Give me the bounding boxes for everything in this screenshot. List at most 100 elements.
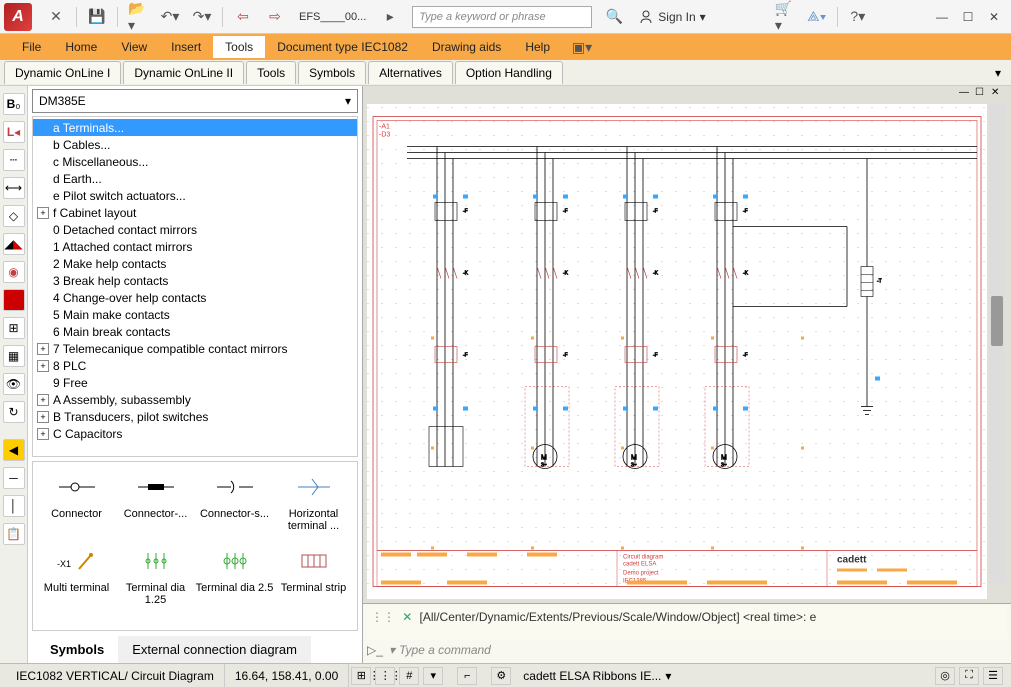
undo-icon[interactable]: ↶▾ bbox=[160, 7, 180, 27]
nav-back-icon[interactable]: ⇦ bbox=[233, 7, 253, 27]
symbol-multi-terminal[interactable]: -X1Multi terminal bbox=[37, 546, 116, 620]
ribbon-view[interactable]: View bbox=[109, 36, 159, 58]
ribbon-drawing-aids[interactable]: Drawing aids bbox=[420, 36, 513, 58]
ribbon-help[interactable]: Help bbox=[513, 36, 562, 58]
sb-point-icon[interactable]: ◇ bbox=[3, 205, 25, 227]
sb-refresh-icon[interactable]: ↻ bbox=[3, 401, 25, 423]
tree-item-8[interactable]: 2 Make help contacts bbox=[33, 255, 357, 272]
ribbon-expand-icon[interactable]: ▣▾ bbox=[572, 37, 592, 57]
tree-item-16[interactable]: +A Assembly, subassembly bbox=[33, 391, 357, 408]
redo-icon[interactable]: ↷▾ bbox=[192, 7, 212, 27]
drawing-canvas[interactable]: -A1 -D3 -F-K-F-F-K-FM3~-F-K-FM3~-F-K-FM3… bbox=[367, 104, 987, 599]
canvas-vscrollbar[interactable] bbox=[989, 104, 1005, 583]
symbol-terminal-dia-2-5[interactable]: Terminal dia 2.5 bbox=[195, 546, 274, 620]
status-angle-icon[interactable]: ⌐ bbox=[457, 667, 477, 685]
symbol-horizontal-terminal-[interactable]: Horizontal terminal ... bbox=[274, 472, 353, 546]
tab-tools[interactable]: Tools bbox=[246, 61, 296, 84]
sb-down-icon[interactable]: ─ bbox=[3, 467, 25, 489]
status-ribbon-label[interactable]: cadett ELSA Ribbons IE...▾ bbox=[513, 664, 681, 687]
tree-item-13[interactable]: +7 Telemecanique compatible contact mirr… bbox=[33, 340, 357, 357]
expand-icon[interactable]: + bbox=[37, 360, 49, 372]
tree-item-6[interactable]: 0 Detached contact mirrors bbox=[33, 221, 357, 238]
tree-item-5[interactable]: +f Cabinet layout bbox=[33, 204, 357, 221]
ribbon-insert[interactable]: Insert bbox=[159, 36, 213, 58]
expand-icon[interactable]: + bbox=[37, 343, 49, 355]
sb-hide-icon[interactable]: 👁 bbox=[3, 373, 25, 395]
help-icon[interactable]: ?▾ bbox=[848, 7, 868, 27]
symbol-connector-[interactable]: Connector-... bbox=[116, 472, 195, 546]
window-minimize[interactable]: — bbox=[933, 8, 951, 26]
symbol-terminal-strip[interactable]: Terminal strip bbox=[274, 546, 353, 620]
panel-tab-external[interactable]: External connection diagram bbox=[118, 636, 311, 663]
status-menu-icon[interactable]: ☰ bbox=[983, 667, 1003, 685]
command-input[interactable]: ▷_ ▾ Type a command bbox=[367, 639, 1007, 661]
sb-paint-icon[interactable]: ◢◣ bbox=[3, 233, 25, 255]
expand-icon[interactable]: + bbox=[37, 207, 49, 219]
scrollbar-thumb[interactable] bbox=[991, 296, 1003, 346]
open-icon[interactable]: 📂▾ bbox=[128, 7, 148, 27]
save-icon[interactable]: 💾 bbox=[87, 7, 107, 27]
sb-dim-icon[interactable]: ⟷ bbox=[3, 177, 25, 199]
binoculars-icon[interactable]: 🔍 bbox=[604, 7, 624, 27]
ribbon-home[interactable]: Home bbox=[53, 36, 109, 58]
sb-grid-icon[interactable]: ▦ bbox=[3, 345, 25, 367]
symbol-library-dropdown[interactable]: DM385E ▾ bbox=[32, 89, 358, 113]
symbol-connector-s-[interactable]: Connector-s... bbox=[195, 472, 274, 546]
status-gear-icon[interactable]: ⚙ bbox=[491, 667, 511, 685]
tree-item-9[interactable]: 3 Break help contacts bbox=[33, 272, 357, 289]
expand-icon[interactable]: + bbox=[37, 428, 49, 440]
window-maximize[interactable]: ☐ bbox=[959, 8, 977, 26]
cart-icon[interactable]: 🛒▾ bbox=[775, 7, 795, 27]
search-input[interactable]: Type a keyword or phrase bbox=[412, 6, 592, 28]
tab-option-handling[interactable]: Option Handling bbox=[455, 61, 563, 84]
tab-dynamic-online-1[interactable]: Dynamic OnLine I bbox=[4, 61, 121, 84]
status-globe-icon[interactable]: ◎ bbox=[935, 667, 955, 685]
tree-item-14[interactable]: +8 PLC bbox=[33, 357, 357, 374]
sb-dash-icon[interactable]: ┄ bbox=[3, 149, 25, 171]
panel-tab-symbols[interactable]: Symbols bbox=[36, 636, 118, 663]
tab-alternatives[interactable]: Alternatives bbox=[368, 61, 453, 84]
expand-icon[interactable]: + bbox=[37, 394, 49, 406]
symbol-terminal-dia-1-25[interactable]: Terminal dia 1.25 bbox=[116, 546, 195, 620]
tree-item-0[interactable]: a Terminals... bbox=[33, 119, 357, 136]
drawing-minimize[interactable]: — bbox=[959, 87, 971, 99]
sb-bold-icon[interactable]: B₀ bbox=[3, 93, 25, 115]
tree-item-1[interactable]: b Cables... bbox=[33, 136, 357, 153]
doc-dropdown-icon[interactable]: ▸ bbox=[380, 7, 400, 27]
tabstrip-expand-icon[interactable]: ▾ bbox=[989, 66, 1007, 80]
tree-item-7[interactable]: 1 Attached contact mirrors bbox=[33, 238, 357, 255]
tree-item-15[interactable]: 9 Free bbox=[33, 374, 357, 391]
ribbon-doctype[interactable]: Document type IEC1082 bbox=[265, 36, 420, 58]
drawing-close[interactable]: ✕ bbox=[991, 87, 1003, 99]
window-close[interactable]: ✕ bbox=[985, 8, 1003, 26]
share-icon[interactable]: ⟁▾ bbox=[807, 7, 827, 27]
ribbon-tools[interactable]: Tools bbox=[213, 36, 265, 58]
tree-item-10[interactable]: 4 Change-over help contacts bbox=[33, 289, 357, 306]
status-grid2-icon[interactable]: # bbox=[399, 667, 419, 685]
sb-fill-icon[interactable] bbox=[3, 289, 25, 311]
tree-item-3[interactable]: d Earth... bbox=[33, 170, 357, 187]
tab-symbols[interactable]: Symbols bbox=[298, 61, 366, 84]
status-fullscreen-icon[interactable]: ⛶ bbox=[959, 667, 979, 685]
tree-item-4[interactable]: e Pilot switch actuators... bbox=[33, 187, 357, 204]
signin-button[interactable]: Sign In ▾ bbox=[638, 9, 705, 25]
symbol-connector[interactable]: Connector bbox=[37, 472, 116, 546]
tree-item-17[interactable]: +B Transducers, pilot switches bbox=[33, 408, 357, 425]
tree-item-11[interactable]: 5 Main make contacts bbox=[33, 306, 357, 323]
sb-left-icon[interactable]: ◀ bbox=[3, 439, 25, 461]
status-snap-icon[interactable]: ⋮⋮⋮ bbox=[375, 667, 395, 685]
sb-calc-icon[interactable]: ⊞ bbox=[3, 317, 25, 339]
drawing-maximize[interactable]: ☐ bbox=[975, 87, 987, 99]
sb-circle-icon[interactable]: ◉ bbox=[3, 261, 25, 283]
ribbon-file[interactable]: File bbox=[10, 36, 53, 58]
sb-v-icon[interactable]: │ bbox=[3, 495, 25, 517]
sb-clip-icon[interactable]: 📋 bbox=[3, 523, 25, 545]
tree-item-18[interactable]: +C Capacitors bbox=[33, 425, 357, 442]
status-dropdown-icon[interactable]: ▾ bbox=[423, 667, 443, 685]
sb-layer-icon[interactable]: L◂ bbox=[3, 121, 25, 143]
tab-dynamic-online-2[interactable]: Dynamic OnLine II bbox=[123, 61, 244, 84]
tree-item-2[interactable]: c Miscellaneous... bbox=[33, 153, 357, 170]
nav-fwd-icon[interactable]: ⇨ bbox=[265, 7, 285, 27]
close-doc-icon[interactable]: ✕ bbox=[46, 7, 66, 27]
expand-icon[interactable]: + bbox=[37, 411, 49, 423]
